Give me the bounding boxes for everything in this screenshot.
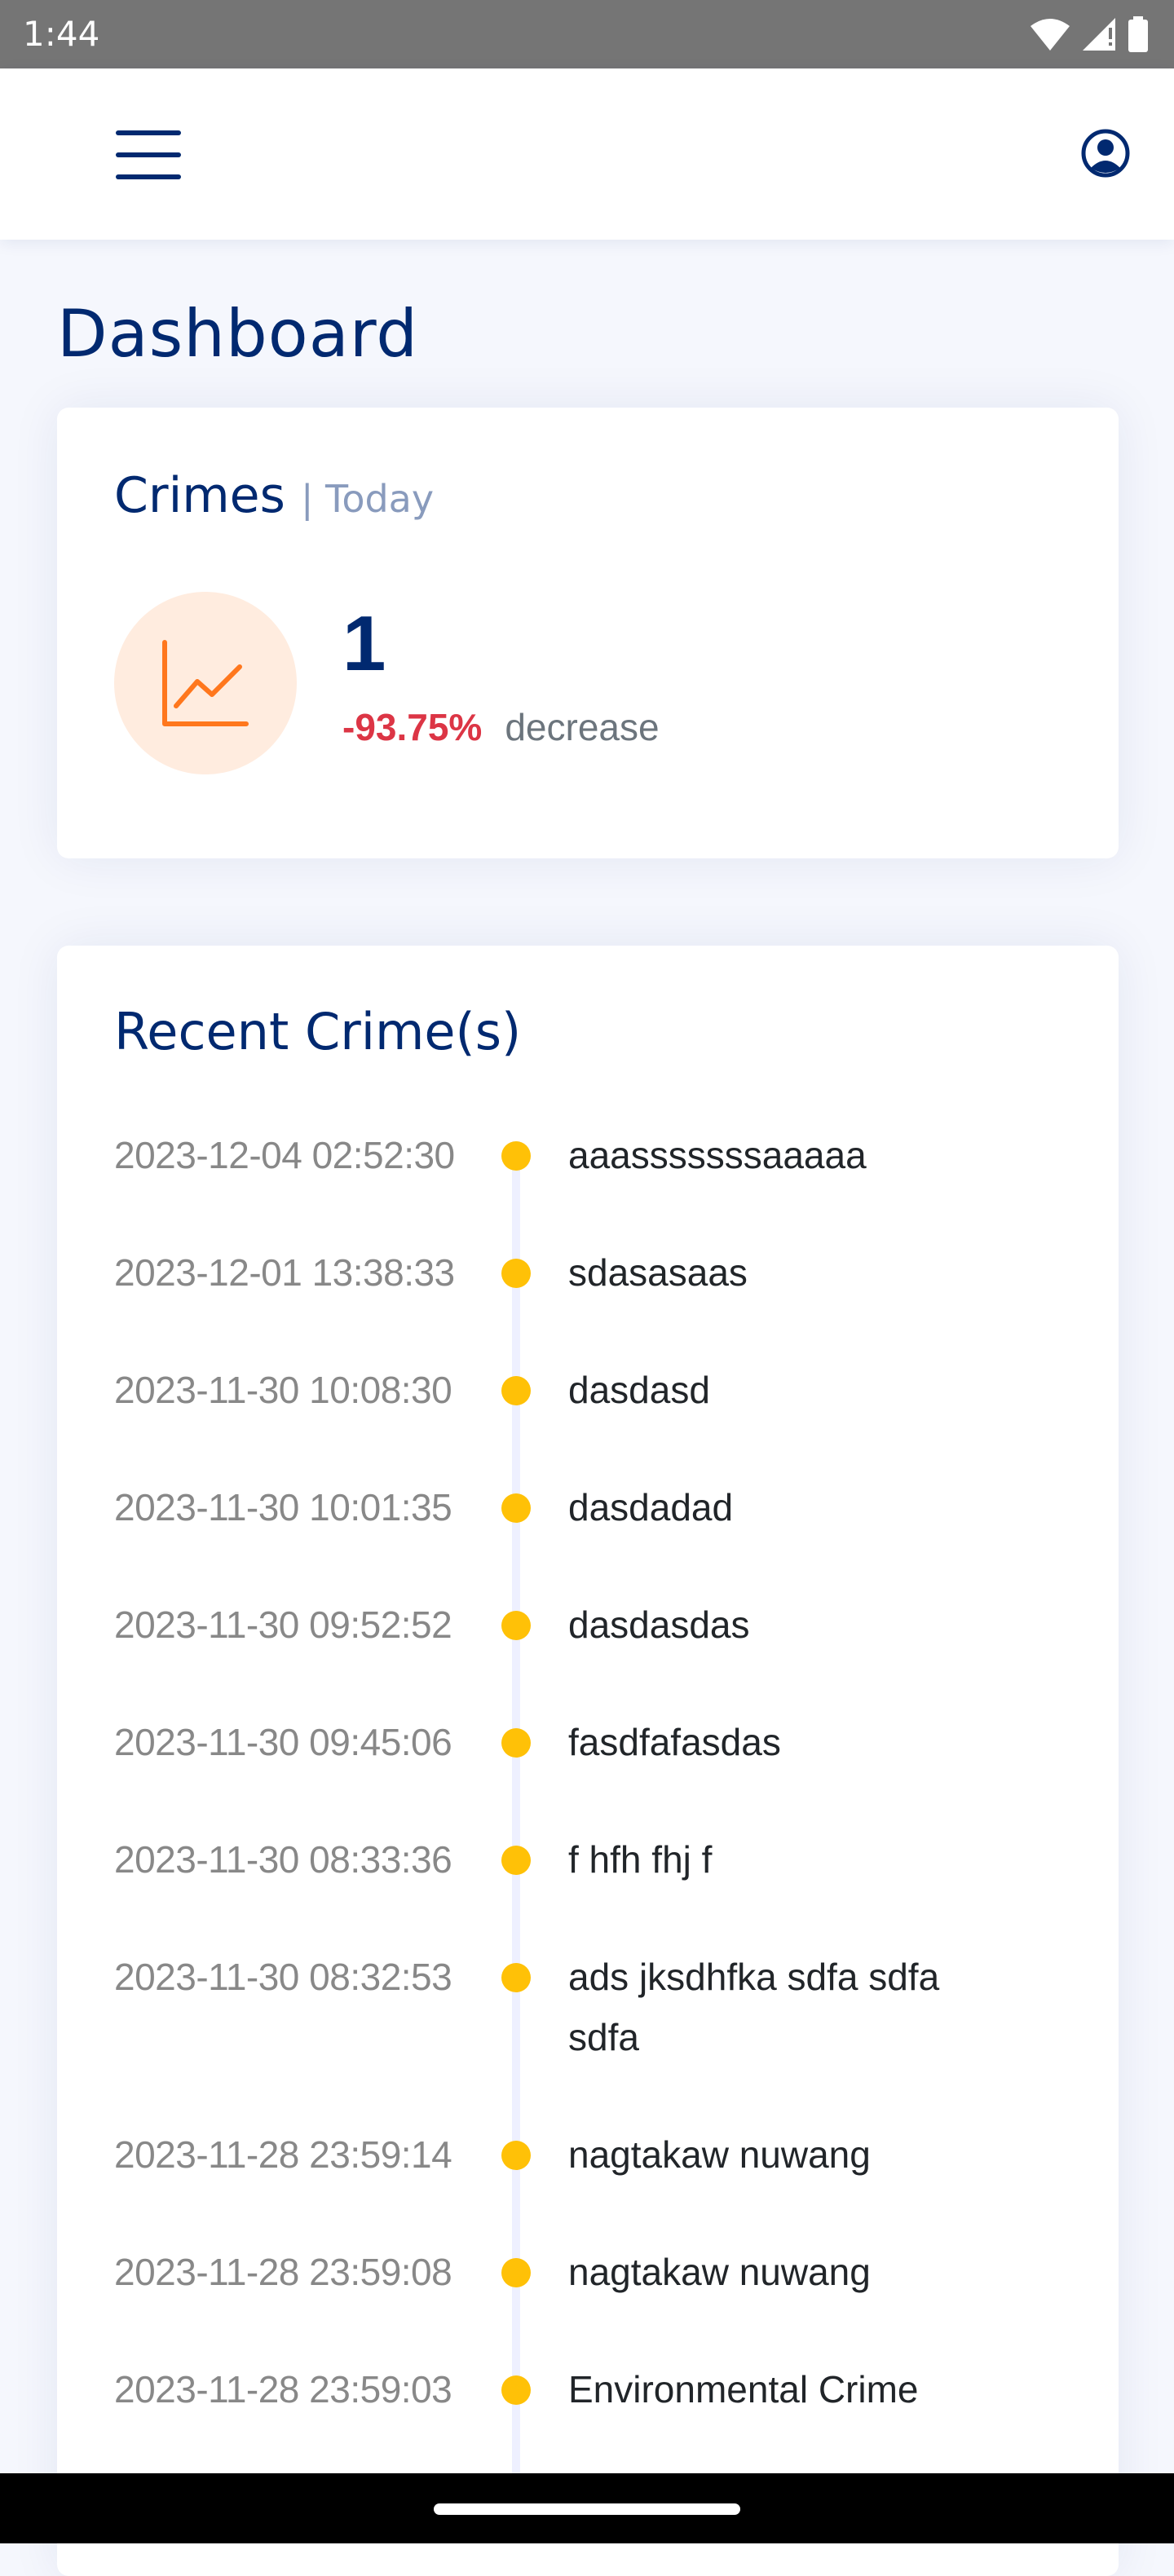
timeline-item-time: 2023-11-30 10:01:35 — [114, 1486, 452, 1528]
status-bar: 1:44 — [0, 0, 1174, 68]
timeline-item-time: 2023-11-30 10:08:30 — [114, 1369, 452, 1411]
timeline-item[interactable]: 2023-11-30 09:45:06 fasdfafasdas — [57, 1712, 1119, 1829]
status-time: 1:44 — [23, 14, 100, 54]
timeline-dot — [501, 1259, 531, 1288]
timeline-dot — [501, 1493, 531, 1523]
timeline-dot — [501, 1846, 531, 1875]
timeline-item[interactable]: 2023-11-28 23:59:03 Environmental Crime — [57, 2359, 1119, 2477]
graph-up-icon — [162, 640, 249, 726]
timeline-item-text: nagtakaw nuwang — [568, 2133, 871, 2176]
timeline-dot — [501, 1611, 531, 1640]
status-icons — [1029, 15, 1150, 54]
timeline-item-time: 2023-11-30 09:45:06 — [114, 1721, 452, 1763]
timeline-item-text: ads jksdhfka sdfa sdfa sdfa — [568, 1956, 940, 2058]
timeline-item[interactable]: 2023-11-30 10:01:35 dasdadad — [57, 1477, 1119, 1595]
profile-button[interactable] — [1079, 127, 1132, 179]
timeline-item-time: 2023-11-28 23:59:08 — [114, 2251, 452, 2293]
timeline-item-time: 2023-11-28 23:59:03 — [114, 2368, 452, 2411]
timeline-item-time: 2023-11-30 08:32:53 — [114, 1956, 452, 1998]
timeline-item-text: dasdasd — [568, 1369, 710, 1411]
battery-icon — [1128, 16, 1148, 52]
crimes-card-title: Crimes | Today — [114, 465, 434, 530]
recent-crimes-title: Recent Crime(s) — [114, 1002, 522, 1061]
crimes-change: -93.75% decrease — [342, 703, 660, 752]
timeline-item-text: Environmental Crime — [568, 2368, 919, 2411]
wifi-icon — [1031, 19, 1070, 51]
timeline-item[interactable]: 2023-12-04 02:52:30 aaasssssssaaaaa — [57, 1125, 1119, 1242]
timeline-item[interactable]: 2023-11-30 09:52:52 dasdasdas — [57, 1595, 1119, 1712]
timeline-item-text: dasdadad — [568, 1486, 734, 1528]
timeline-item-text: dasdasdas — [568, 1603, 750, 1646]
timeline-item-time: 2023-11-28 23:59:14 — [114, 2133, 452, 2176]
timeline-dot — [501, 2375, 531, 2405]
timeline-item-text: aaasssssssaaaaa — [568, 1134, 867, 1176]
page-title: Dashboard — [57, 296, 419, 372]
home-gesture-handle[interactable] — [434, 2503, 740, 2515]
timeline-item-time: 2023-11-30 09:52:52 — [114, 1603, 452, 1646]
user-circle-icon — [1081, 129, 1130, 178]
timeline-item-time: 2023-11-30 08:33:36 — [114, 1838, 452, 1881]
timeline-dot — [501, 2258, 531, 2287]
top-app-bar — [0, 68, 1174, 240]
timeline-item[interactable]: 2023-11-30 08:32:53 ads jksdhfka sdfa sd… — [57, 1947, 1119, 2124]
timeline-item-text: sdasasaas — [568, 1251, 748, 1294]
menu-button[interactable] — [111, 122, 186, 187]
crimes-change-percent: -93.75% — [342, 706, 483, 748]
crimes-today-card: Crimes | Today 1 -93.75% decrease — [57, 408, 1119, 858]
timeline-dot — [501, 1963, 531, 1992]
system-navigation-bar — [0, 2473, 1174, 2543]
recent-crimes-timeline: 2023-12-04 02:52:30 aaasssssssaaaaa 2023… — [57, 1125, 1119, 2543]
timeline-item-time: 2023-12-04 02:52:30 — [114, 1134, 455, 1176]
crimes-card-period: | Today — [300, 477, 435, 521]
timeline-item-text: f hfh fhj f — [568, 1838, 713, 1881]
timeline-item[interactable]: 2023-12-01 13:38:33 sdasasaas — [57, 1242, 1119, 1360]
timeline-dot — [501, 1141, 531, 1171]
crimes-card-title-text: Crimes — [114, 467, 285, 524]
timeline-item-text: nagtakaw nuwang — [568, 2251, 871, 2293]
crimes-count: 1 — [342, 600, 386, 687]
timeline-item[interactable]: 2023-11-30 08:33:36 f hfh fhj f — [57, 1829, 1119, 1947]
timeline-dot — [501, 1728, 531, 1758]
crimes-change-label: decrease — [505, 706, 660, 748]
hamburger-menu-icon — [116, 130, 181, 179]
signal-icon — [1083, 18, 1115, 51]
recent-crimes-card: Recent Crime(s) 2023-12-04 02:52:30 aaas… — [57, 946, 1119, 2576]
timeline-dot — [501, 1376, 531, 1405]
timeline-item[interactable]: 2023-11-28 23:59:14 nagtakaw nuwang — [57, 2124, 1119, 2242]
timeline-item-text: fasdfafasdas — [568, 1721, 781, 1763]
timeline-item[interactable]: 2023-11-28 23:59:08 nagtakaw nuwang — [57, 2242, 1119, 2359]
timeline-item[interactable]: 2023-11-30 10:08:30 dasdasd — [57, 1360, 1119, 1477]
crimes-icon-circle — [114, 592, 297, 774]
timeline-dot — [501, 2141, 531, 2170]
timeline-item-time: 2023-12-01 13:38:33 — [114, 1251, 455, 1294]
